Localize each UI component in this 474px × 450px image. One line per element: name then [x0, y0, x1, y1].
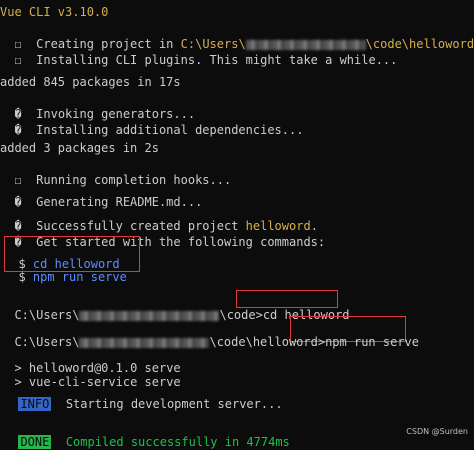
checkbox-icon: ☐: [14, 53, 22, 67]
prompt-line-2: C:\Users\ \code\helloword>npm run serve: [0, 318, 419, 349]
info-text: Starting development server...: [65, 397, 283, 411]
info-line: INFO Starting development server...: [4, 380, 283, 411]
info-badge: INFO: [18, 397, 52, 411]
prompt-command[interactable]: >npm run serve: [318, 335, 419, 349]
get-started-line: � Get started with the following command…: [0, 218, 325, 249]
prompt-line-1: C:\Users\ \code>cd helloword: [0, 291, 349, 322]
diamond-icon: �: [14, 123, 22, 137]
generating-readme-line: � Generating README.md...: [0, 178, 202, 209]
serve-script-line-2: > vue-cli-service serve: [0, 358, 180, 389]
added-packages-line-1: added 845 packages in 17s: [0, 75, 181, 89]
done-line: DONE Compiled successfully in 4774ms: [4, 418, 290, 449]
cmd-npm-serve: npm run serve: [32, 270, 127, 284]
completion-hooks-line: ☐ Running completion hooks...: [0, 156, 231, 187]
prompt-path: \code\helloword: [209, 335, 318, 349]
watermark: CSDN @Surden: [406, 427, 468, 436]
done-text: Compiled successfully in 4774ms: [65, 435, 290, 449]
done-badge: DONE: [18, 435, 52, 449]
cli-version-line: Vue CLI v3.10.0: [0, 5, 109, 19]
success-line: � Successfully created project helloword…: [0, 202, 317, 233]
creating-project-line: ☐ Creating project in C:\Users\ \code\hel…: [0, 20, 474, 51]
installing-plugins-text: Installing CLI plugins. This might take …: [36, 53, 398, 67]
cmd-line-2: $ npm run serve: [4, 253, 126, 284]
installing-plugins-line: ☐ Installing CLI plugins. This might tak…: [0, 36, 397, 67]
installing-deps-line: � Installing additional dependencies...: [0, 106, 303, 137]
dollar-prompt: $: [18, 270, 26, 284]
invoking-generators-line: � Invoking generators...: [0, 90, 195, 121]
added-packages-line-2: added 3 packages in 2s: [0, 141, 159, 155]
installing-deps-text: Installing additional dependencies...: [36, 123, 304, 137]
